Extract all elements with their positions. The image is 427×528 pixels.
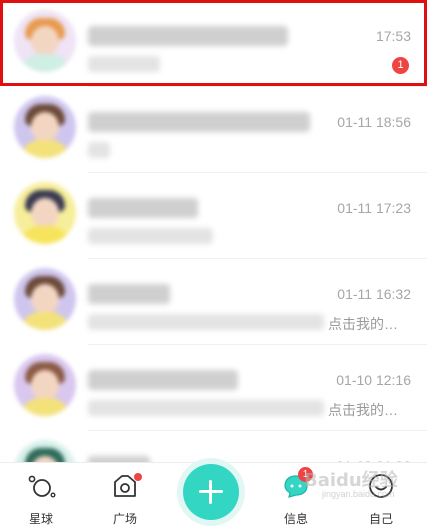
tab-square[interactable]: 广场 [90, 463, 160, 528]
message-time: 17:53 [375, 28, 411, 44]
row-divider [88, 86, 427, 87]
planet-icon [28, 475, 56, 498]
notification-dot [134, 473, 142, 481]
message-time: 01-11 16:32 [337, 286, 411, 302]
row-divider [88, 430, 427, 431]
row-divider [88, 172, 427, 173]
row-divider [88, 258, 427, 259]
message-preview: 点击我的… [328, 402, 398, 418]
message-snippet-blurred [88, 142, 110, 158]
contact-name-blurred [88, 26, 288, 46]
message-snippet-blurred [88, 56, 160, 72]
contact-name-blurred [88, 112, 310, 132]
message-time: 01-10 12:16 [336, 372, 411, 388]
tab-label: 星球 [28, 512, 53, 526]
compose-button[interactable] [183, 464, 239, 520]
row-divider [88, 344, 427, 345]
tab-label: 广场 [112, 512, 137, 526]
conversation-row[interactable]: 01-11 17:23 [0, 172, 427, 258]
contact-name-blurred [88, 198, 198, 218]
unread-badge: 1 [392, 57, 409, 74]
watermark-url: jingyan.baidu.com [322, 489, 395, 499]
tab-label: 自己 [368, 512, 393, 526]
avatar[interactable] [14, 10, 76, 72]
message-preview: 点击我的… [328, 316, 398, 332]
message-snippet-blurred [88, 228, 213, 244]
contact-name-blurred [88, 370, 238, 390]
avatar[interactable] [14, 268, 76, 330]
message-snippet-blurred [88, 314, 324, 330]
message-time: 01-11 18:56 [337, 114, 411, 130]
avatar[interactable] [14, 182, 76, 244]
contact-name-blurred [88, 284, 170, 304]
conversation-row[interactable]: 17:53 1 [0, 0, 427, 86]
conversation-row[interactable]: 01-10 12:16 点击我的… [0, 344, 427, 430]
message-time: 01-11 17:23 [337, 200, 411, 216]
message-snippet-blurred [88, 400, 324, 416]
tab-planet[interactable]: 星球 [6, 463, 76, 528]
tab-label: 信息 [283, 512, 308, 526]
avatar[interactable] [14, 96, 76, 158]
avatar[interactable] [14, 354, 76, 416]
conversation-row[interactable]: 01-11 16:32 点击我的… [0, 258, 427, 344]
conversation-row[interactable]: 01-11 18:56 [0, 86, 427, 172]
